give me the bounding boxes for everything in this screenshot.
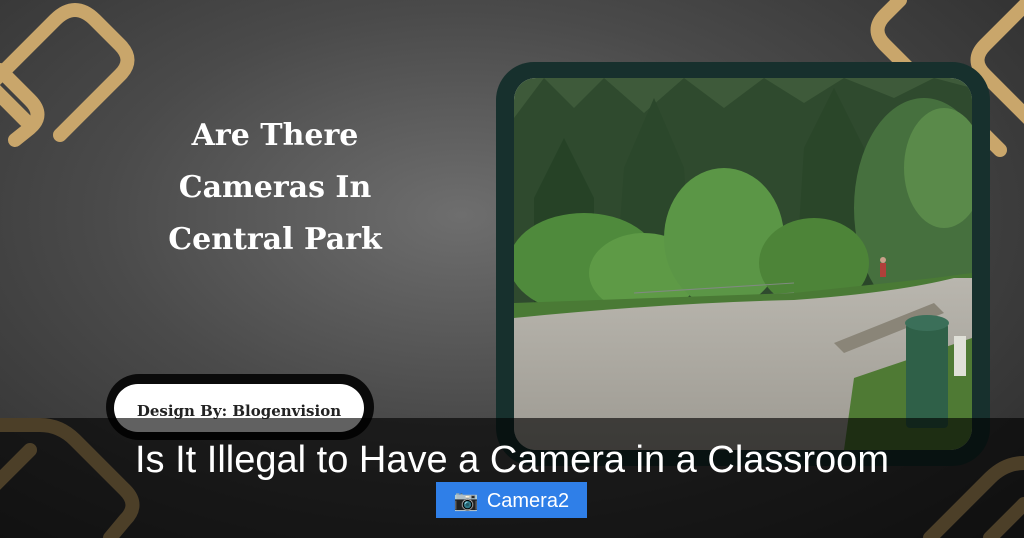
headline-line-2: Cameras In	[178, 170, 372, 205]
headline-line-3: Central Park	[168, 222, 382, 257]
camera-icon: 📷	[453, 488, 479, 512]
headline-line-1: Are There	[191, 118, 359, 153]
park-photo	[514, 78, 972, 450]
caption-title: Is It Illegal to Have a Camera in a Clas…	[135, 439, 889, 481]
park-scene-image	[514, 78, 972, 450]
camera-tag-button[interactable]: 📷 Camera2	[436, 482, 587, 518]
tag-label: Camera2	[486, 490, 570, 512]
headline: Are There Cameras In Central Park	[130, 110, 420, 266]
